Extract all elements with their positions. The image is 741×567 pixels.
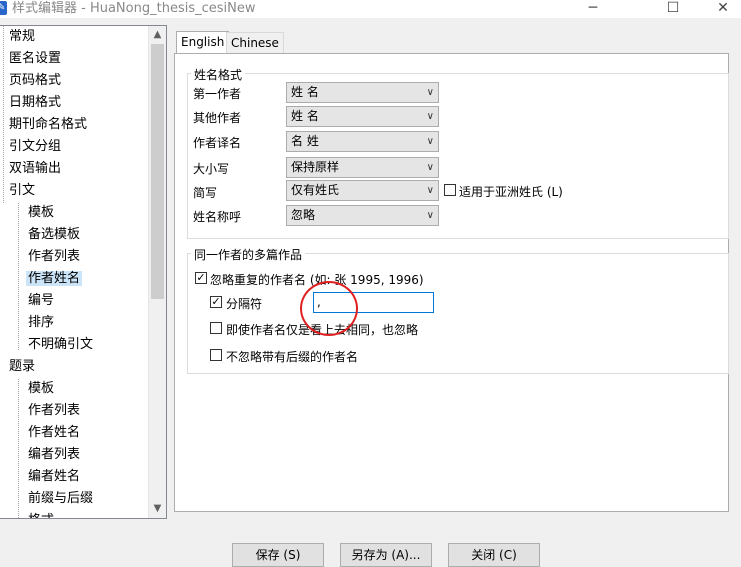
minimize-icon[interactable]: ─ bbox=[578, 0, 608, 18]
tree-item-editor-name[interactable]: 编者姓名 bbox=[28, 466, 80, 487]
tree-item-ambiguous[interactable]: 不明确引文 bbox=[28, 334, 93, 355]
settings-tree[interactable]: 常规 匿名设置 页码格式 日期格式 期刊命名格式 引文分组 双语输出 引文 模板… bbox=[0, 25, 167, 519]
tree-item-editor-list[interactable]: 编者列表 bbox=[28, 444, 80, 465]
separator-input[interactable]: , bbox=[313, 292, 434, 313]
tree-item-format[interactable]: 格式 bbox=[28, 510, 54, 518]
not-ignore-suffix-checkbox[interactable] bbox=[210, 349, 222, 361]
not-ignore-suffix-label: 不忽略带有后缀的作者名 bbox=[226, 350, 359, 364]
tree-item-bib-author-list[interactable]: 作者列表 bbox=[28, 400, 80, 421]
ignore-repeated-label: 忽略重复的作者名 (如: 张 1995, 1996) bbox=[210, 273, 424, 287]
tree-item-journal-names[interactable]: 期刊命名格式 bbox=[9, 114, 87, 135]
tree-item-prefix-suffix[interactable]: 前缀与后缀 bbox=[28, 488, 93, 509]
close-icon[interactable]: ✕ bbox=[708, 0, 738, 18]
other-authors-label: 其他作者 bbox=[193, 111, 242, 125]
tree-item-alt-template[interactable]: 备选模板 bbox=[28, 224, 80, 245]
scroll-up-icon[interactable]: ▲ bbox=[149, 26, 166, 43]
abbreviation-select[interactable]: 仅有姓氏 ∨ bbox=[286, 180, 439, 201]
title-bar: ✎ 样式编辑器 - HuaNong_thesis_cesiNew ─ ☐ ✕ bbox=[0, 0, 741, 18]
translated-name-select[interactable]: 名 姓 ∨ bbox=[286, 131, 439, 152]
multiple-works-title: 同一作者的多篇作品 bbox=[191, 246, 306, 263]
name-format-group bbox=[187, 73, 729, 239]
tree-item-citations[interactable]: 引文 bbox=[9, 180, 35, 201]
ignore-even-if-label: 即使作者名仅是看上去相同，也忽略 bbox=[226, 323, 419, 337]
abbreviation-label: 简写 bbox=[193, 186, 218, 200]
capitalization-label: 大小写 bbox=[193, 162, 230, 176]
tree-item-date-format[interactable]: 日期格式 bbox=[9, 92, 61, 113]
other-authors-select[interactable]: 姓 名 ∨ bbox=[286, 106, 439, 127]
ignore-repeated-checkbox[interactable]: ✓ bbox=[195, 272, 207, 284]
chevron-down-icon: ∨ bbox=[426, 185, 434, 196]
translated-name-label: 作者译名 bbox=[193, 136, 242, 150]
save-as-button[interactable]: 另存为 (A)... bbox=[340, 543, 432, 567]
tree-item-bibliography[interactable]: 题录 bbox=[9, 356, 35, 377]
name-format-title: 姓名格式 bbox=[191, 66, 246, 83]
tree-item-bilingual[interactable]: 双语输出 bbox=[9, 158, 61, 179]
ignore-even-if-checkbox[interactable] bbox=[210, 322, 222, 334]
chevron-down-icon: ∨ bbox=[426, 210, 434, 221]
capitalization-select[interactable]: 保持原样 ∨ bbox=[286, 157, 439, 178]
tree-item-anonymous[interactable]: 匿名设置 bbox=[9, 48, 61, 69]
tree-item-general[interactable]: 常规 bbox=[9, 26, 35, 47]
scroll-thumb[interactable] bbox=[151, 44, 164, 299]
tree-line bbox=[18, 203, 19, 350]
tree-item-sorting[interactable]: 排序 bbox=[28, 312, 54, 333]
asian-names-label: 适用于亚洲姓氏 (L) bbox=[459, 185, 563, 199]
tree-item-numbering[interactable]: 编号 bbox=[28, 290, 54, 311]
app-icon: ✎ bbox=[0, 1, 7, 15]
tree-item-author-name[interactable]: 作者姓名 bbox=[26, 268, 83, 289]
tree-scrollbar[interactable]: ▲ ▼ bbox=[148, 26, 166, 518]
tree-item-bib-template[interactable]: 模板 bbox=[28, 378, 54, 399]
tree-item-author-list[interactable]: 作者列表 bbox=[28, 246, 80, 267]
tree-line bbox=[18, 379, 19, 518]
first-author-label: 第一作者 bbox=[193, 87, 242, 101]
tree-item-bib-author-name[interactable]: 作者姓名 bbox=[28, 422, 80, 443]
close-button[interactable]: 关闭 (C) bbox=[448, 543, 540, 567]
tab-chinese[interactable]: Chinese bbox=[226, 32, 284, 54]
tree-line bbox=[3, 26, 4, 203]
tree-item-citation-groups[interactable]: 引文分组 bbox=[9, 136, 61, 157]
chevron-down-icon: ∨ bbox=[426, 87, 434, 98]
separator-label: 分隔符 bbox=[226, 297, 263, 311]
chevron-down-icon: ∨ bbox=[426, 111, 434, 122]
first-author-select[interactable]: 姓 名 ∨ bbox=[286, 82, 439, 103]
scroll-down-icon[interactable]: ▼ bbox=[149, 500, 166, 517]
chevron-down-icon: ∨ bbox=[426, 136, 434, 147]
honorific-select[interactable]: 忽略 ∨ bbox=[286, 205, 439, 226]
chevron-down-icon: ∨ bbox=[426, 162, 434, 173]
asian-names-checkbox[interactable] bbox=[444, 184, 456, 196]
separator-checkbox[interactable]: ✓ bbox=[210, 296, 222, 308]
tree-item-page-format[interactable]: 页码格式 bbox=[9, 70, 61, 91]
save-button[interactable]: 保存 (S) bbox=[232, 543, 324, 567]
tree-item-citation-template[interactable]: 模板 bbox=[28, 202, 54, 223]
honorific-label: 姓名称呼 bbox=[193, 210, 242, 224]
tab-english[interactable]: English bbox=[176, 31, 230, 55]
window-title: 样式编辑器 - HuaNong_thesis_cesiNew bbox=[12, 1, 256, 16]
maximize-icon[interactable]: ☐ bbox=[658, 0, 688, 18]
